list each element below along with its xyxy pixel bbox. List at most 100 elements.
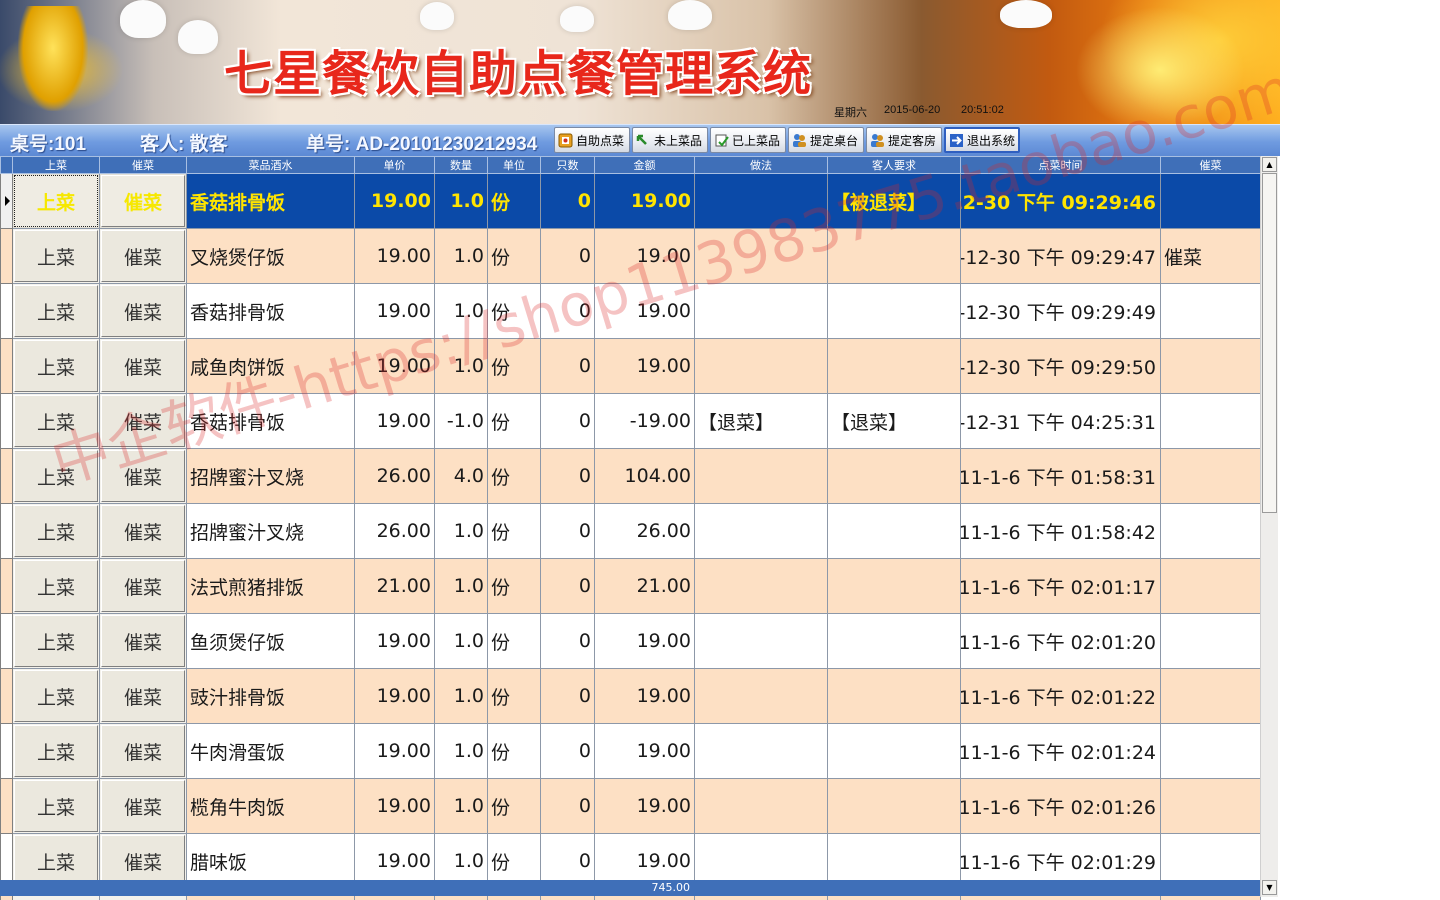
scroll-down-button[interactable]: ▼	[1262, 880, 1277, 895]
unit[interactable]: 份	[487, 668, 541, 724]
unit[interactable]: 份	[487, 448, 541, 504]
urge-status[interactable]	[1160, 558, 1261, 614]
cooking-method[interactable]	[694, 613, 828, 669]
cooking-method[interactable]	[694, 503, 828, 559]
amount[interactable]: 19.00	[594, 173, 695, 229]
serve-button[interactable]: 上菜	[14, 670, 98, 722]
guest-request[interactable]	[827, 338, 961, 394]
urge-button[interactable]: 催菜	[101, 615, 185, 667]
unit[interactable]: 份	[487, 228, 541, 284]
order-time-cell[interactable]: 2011-1-6 下午 02:01:26	[960, 778, 1161, 834]
piece-count[interactable]: 0	[540, 558, 595, 614]
amount[interactable]: 19.00	[594, 668, 695, 724]
dish-name[interactable]: 香菇排骨饭	[186, 393, 355, 449]
row-indicator[interactable]	[0, 613, 13, 669]
row-indicator[interactable]	[0, 558, 13, 614]
urge-button[interactable]: 催菜	[101, 175, 185, 227]
row-indicator[interactable]	[0, 778, 13, 834]
unit-price[interactable]: 19.00	[354, 228, 435, 284]
column-header[interactable]: 只数	[540, 156, 595, 174]
table-row[interactable]: 上菜催菜香菇排骨饭19.001.0份019.002010-12-30 下午 09…	[0, 283, 1261, 339]
amount[interactable]: 104.00	[594, 448, 695, 504]
quantity[interactable]: 1.0	[434, 668, 488, 724]
unit[interactable]: 份	[487, 778, 541, 834]
dish-name[interactable]: 法式煎猪排饭	[186, 558, 355, 614]
table-row[interactable]: 上菜催菜招牌蜜汁叉烧26.001.0份026.002011-1-6 下午 01:…	[0, 503, 1261, 559]
table-row[interactable]: 上菜催菜招牌蜜汁叉烧26.004.0份0104.00 2011-1-6 下午 01…	[0, 448, 1261, 504]
column-header[interactable]: 金额	[594, 156, 695, 174]
column-header[interactable]: 数量	[434, 156, 488, 174]
urge-button[interactable]: 催菜	[101, 725, 185, 777]
unit-price[interactable]: 26.00	[354, 503, 435, 559]
row-indicator[interactable]	[0, 668, 13, 724]
unit[interactable]: 份	[487, 558, 541, 614]
serve-button[interactable]: 上菜	[14, 395, 98, 447]
guest-request[interactable]	[827, 668, 961, 724]
row-indicator[interactable]	[0, 723, 13, 779]
amount[interactable]: -19.00	[594, 393, 695, 449]
unit[interactable]: 份	[487, 173, 541, 229]
table-row[interactable]: 上菜催菜法式煎猪排饭21.001.0份021.002011-1-6 下午 02:…	[0, 558, 1261, 614]
guest-request[interactable]	[827, 723, 961, 779]
piece-count[interactable]: 0	[540, 668, 595, 724]
table-row[interactable]: 上菜催菜鱼须煲仔饭19.001.0份019.002011-1-6 下午 02:0…	[0, 613, 1261, 669]
row-indicator[interactable]	[0, 338, 13, 394]
table-row[interactable]: 上菜催菜榄角牛肉饭19.001.0份019.002011-1-6 下午 02:0…	[0, 778, 1261, 834]
cooking-method[interactable]	[694, 448, 828, 504]
order-time-cell[interactable]: 2010-12-30 下午 09:29:46	[960, 173, 1161, 229]
column-header[interactable]: 做法	[694, 156, 828, 174]
amount[interactable]: 26.00	[594, 503, 695, 559]
serve-button[interactable]: 上菜	[14, 780, 98, 832]
urge-status[interactable]	[1160, 613, 1261, 669]
urge-status[interactable]	[1160, 503, 1261, 559]
unit-price[interactable]: 19.00	[354, 668, 435, 724]
quantity[interactable]: 1.0	[434, 558, 488, 614]
exit-button[interactable]: 退出系统	[944, 127, 1020, 153]
urge-button[interactable]: 催菜	[101, 670, 185, 722]
guest-request[interactable]	[827, 613, 961, 669]
quantity[interactable]: 4.0	[434, 448, 488, 504]
order-time-cell[interactable]: 2011-1-6 下午 01:58:42	[960, 503, 1161, 559]
piece-count[interactable]: 0	[540, 723, 595, 779]
scroll-thumb[interactable]	[1262, 173, 1277, 513]
scroll-up-button[interactable]: ▲	[1262, 157, 1277, 172]
urge-button[interactable]: 催菜	[101, 230, 185, 282]
column-header[interactable]: 上菜	[12, 156, 100, 174]
urge-status[interactable]	[1160, 338, 1261, 394]
quantity[interactable]: 1.0	[434, 283, 488, 339]
unit-price[interactable]: 19.00	[354, 393, 435, 449]
table-row[interactable]: 上菜催菜叉烧煲仔饭19.001.0份019.002010-12-30 下午 09…	[0, 228, 1261, 284]
cooking-method[interactable]	[694, 668, 828, 724]
cooking-method[interactable]	[694, 283, 828, 339]
order-time-cell[interactable]: 2011-1-6 下午 02:01:20	[960, 613, 1161, 669]
unit[interactable]: 份	[487, 503, 541, 559]
urge-status[interactable]	[1160, 668, 1261, 724]
order-time-cell[interactable]: 2011-1-6 下午 02:01:22	[960, 668, 1161, 724]
quantity[interactable]: 1.0	[434, 503, 488, 559]
piece-count[interactable]: 0	[540, 448, 595, 504]
urge-button[interactable]: 催菜	[101, 450, 185, 502]
quantity[interactable]: 1.0	[434, 778, 488, 834]
dish-name[interactable]: 香菇排骨饭	[186, 173, 355, 229]
piece-count[interactable]: 0	[540, 393, 595, 449]
urge-status[interactable]	[1160, 173, 1261, 229]
row-indicator[interactable]	[0, 283, 13, 339]
serve-button[interactable]: 上菜	[14, 175, 98, 227]
urge-status[interactable]: 催菜	[1160, 228, 1261, 284]
piece-count[interactable]: 0	[540, 228, 595, 284]
piece-count[interactable]: 0	[540, 283, 595, 339]
table-row[interactable]: 上菜催菜香菇排骨饭19.00-1.0份0-19.00【退菜】【退菜】2010-1…	[0, 393, 1261, 449]
urge-button[interactable]: 催菜	[101, 285, 185, 337]
urge-status[interactable]	[1160, 283, 1261, 339]
column-header[interactable]: 催菜	[99, 156, 187, 174]
dish-name[interactable]: 榄角牛肉饭	[186, 778, 355, 834]
guest-request[interactable]	[827, 448, 961, 504]
table-row[interactable]: 上菜催菜牛肉滑蛋饭19.001.0份019.002011-1-6 下午 02:0…	[0, 723, 1261, 779]
cooking-method[interactable]: 【退菜】	[694, 393, 828, 449]
cooking-method[interactable]	[694, 173, 828, 229]
cooking-method[interactable]	[694, 338, 828, 394]
unserved-button[interactable]: 未上菜品	[632, 127, 708, 153]
guest-request[interactable]: 【退菜】	[827, 393, 961, 449]
column-header[interactable]: 菜品酒水	[186, 156, 355, 174]
dish-name[interactable]: 叉烧煲仔饭	[186, 228, 355, 284]
